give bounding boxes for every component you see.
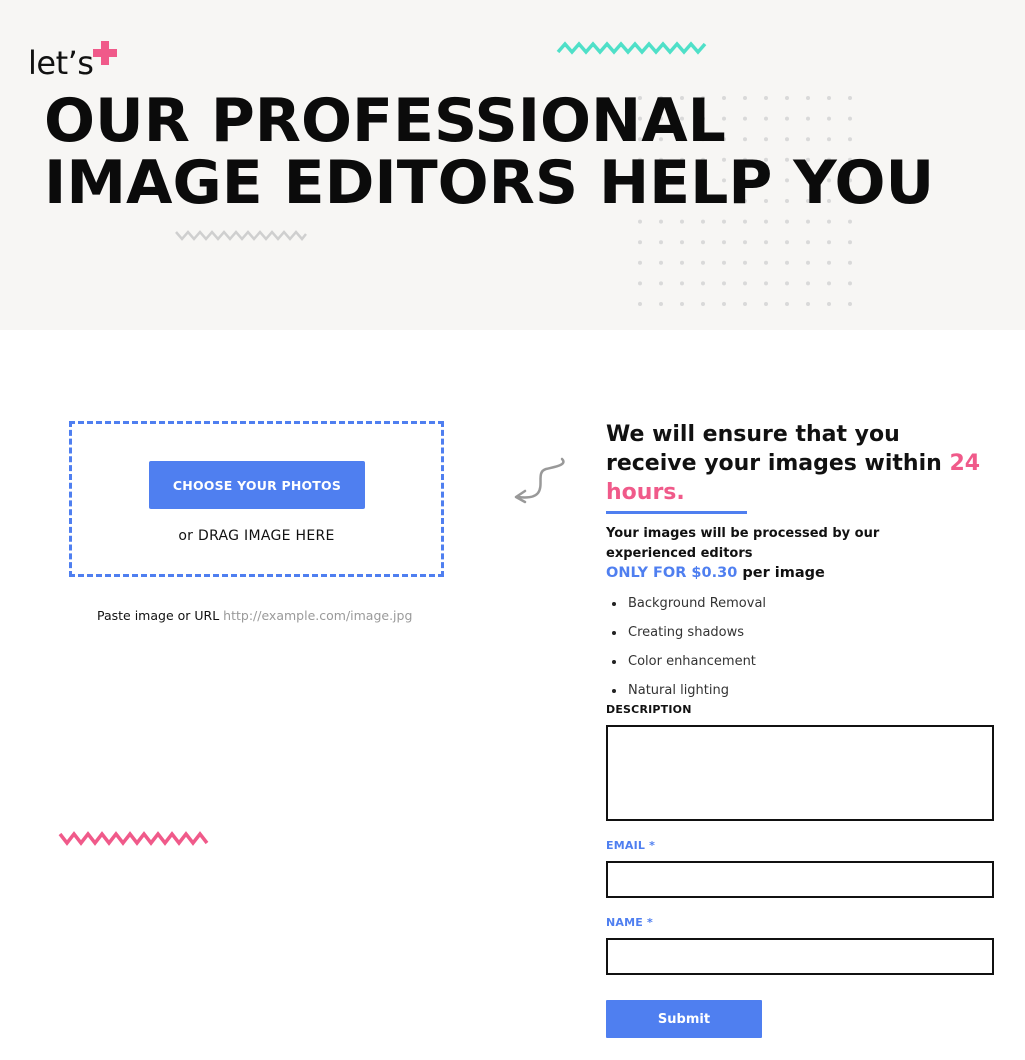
hero-section: let’s OUR PROFESSIONAL IMAGE EDITORS HEL… [0,0,1025,330]
choose-photos-button[interactable]: CHOOSE YOUR PHOTOS [149,461,365,509]
feature-item: Creating shadows [606,624,996,653]
info-panel: We will ensure that you receive your ima… [606,420,996,711]
paste-url-label: Paste image or URL [97,608,220,623]
headline-underline [606,511,747,514]
plus-icon [93,41,117,65]
hero-title: OUR PROFESSIONAL IMAGE EDITORS HELP YOU [44,90,934,214]
email-field[interactable] [606,861,994,898]
price-line: ONLY FOR $0.30 per image [606,565,996,581]
price-suffix: per image [737,565,825,581]
feature-item: Background Removal [606,595,996,624]
price-amount: ONLY FOR $0.30 [606,565,738,581]
name-label: NAME * [606,916,653,929]
description-textarea[interactable] [606,725,994,821]
logo-text: let’s [28,44,94,82]
submit-button[interactable]: Submit [606,1000,762,1038]
zigzag-decoration-teal [556,41,707,55]
headline-text: We will ensure that you receive your ima… [606,422,950,476]
paste-url-input[interactable] [223,608,424,623]
logo[interactable]: let’s [28,41,117,82]
info-subtext: Your images will be processed by our exp… [606,526,880,561]
zigzag-decoration-pink [58,831,209,846]
feature-item: Color enhancement [606,653,996,682]
hero-title-line-1: OUR PROFESSIONAL [44,86,726,156]
name-field[interactable] [606,938,994,975]
zigzag-decoration-grey [175,230,307,241]
email-label: EMAIL * [606,839,656,852]
paste-url-row: Paste image or URL [97,608,424,623]
info-headline: We will ensure that you receive your ima… [606,420,996,507]
description-label: DESCRIPTION [606,703,692,716]
curved-arrow-icon [514,457,565,504]
image-dropzone[interactable]: CHOOSE YOUR PHOTOS or DRAG IMAGE HERE [69,421,444,577]
feature-list: Background Removal Creating shadows Colo… [606,595,996,711]
drag-image-label: or DRAG IMAGE HERE [178,528,335,544]
hero-title-line-2: IMAGE EDITORS HELP YOU [44,148,935,218]
